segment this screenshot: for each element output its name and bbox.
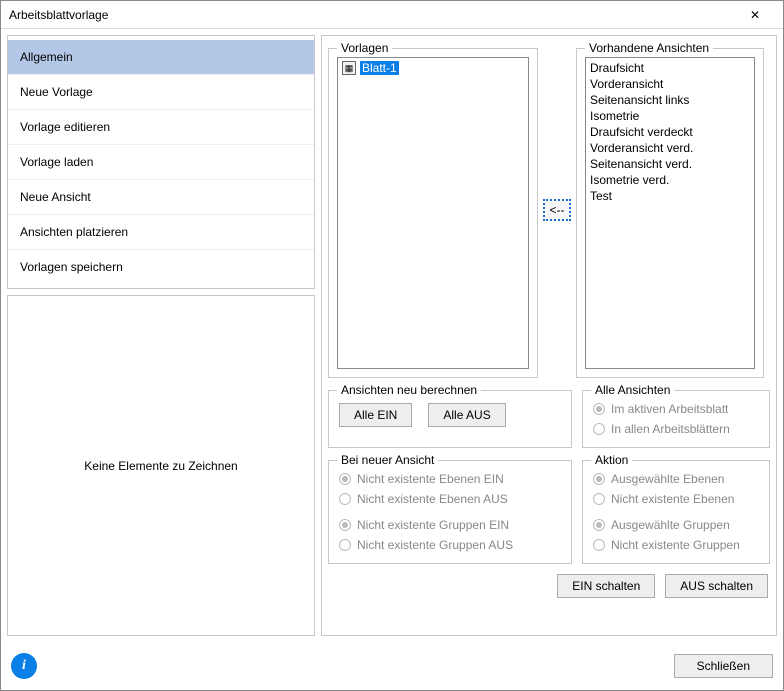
ansichten-item[interactable]: Isometrie (588, 108, 752, 124)
all-views-legend: Alle Ansichten (591, 383, 674, 397)
ansichten-item[interactable]: Seitenansicht links (588, 92, 752, 108)
all-off-button[interactable]: Alle AUS (428, 403, 505, 427)
nav-panel: Allgemein Neue Vorlage Vorlage editieren… (7, 35, 315, 289)
ansichten-item[interactable]: Vorderansicht (588, 76, 752, 92)
radio-nonexist-groups[interactable]: Nicht existente Gruppen (591, 535, 761, 555)
vorlagen-item-label: Blatt-1 (360, 61, 399, 75)
radio-label: Nicht existente Ebenen EIN (357, 472, 504, 486)
nav-item-neue-vorlage[interactable]: Neue Vorlage (8, 75, 314, 110)
nav-item-ansichten-platzieren[interactable]: Ansichten platzieren (8, 215, 314, 250)
radio-icon (593, 539, 605, 551)
newview-action-row: Bei neuer Ansicht Nicht existente Ebenen… (328, 454, 770, 564)
recalc-allviews-row: Ansichten neu berechnen Alle EIN Alle AU… (328, 384, 770, 448)
new-view-fieldset: Bei neuer Ansicht Nicht existente Ebenen… (328, 460, 572, 564)
action-fieldset: Aktion Ausgewählte Ebenen Nicht existent… (582, 460, 770, 564)
radio-label: Nicht existente Ebenen (611, 492, 734, 506)
radio-label: Nicht existente Gruppen AUS (357, 538, 513, 552)
radio-label: Ausgewählte Gruppen (611, 518, 730, 532)
close-icon: ✕ (750, 8, 760, 22)
radio-icon (339, 473, 351, 485)
draw-panel: Keine Elemente zu Zeichnen (7, 295, 315, 636)
left-column: Allgemein Neue Vorlage Vorlage editieren… (7, 35, 315, 636)
radio-icon (593, 519, 605, 531)
top-lists-row: Vorlagen ▦ Blatt-1 <-- Vorhandene Ansich… (328, 42, 770, 378)
radio-active-sheet[interactable]: Im aktiven Arbeitsblatt (591, 399, 761, 419)
nav-item-neue-ansicht[interactable]: Neue Ansicht (8, 180, 314, 215)
radio-selected-layers[interactable]: Ausgewählte Ebenen (591, 469, 761, 489)
radio-label: Nicht existente Ebenen AUS (357, 492, 508, 506)
nav-item-vorlage-editieren[interactable]: Vorlage editieren (8, 110, 314, 145)
footer: i Schließen (1, 642, 783, 690)
vorlagen-fieldset: Vorlagen ▦ Blatt-1 (328, 48, 538, 378)
nav-item-vorlagen-speichern[interactable]: Vorlagen speichern (8, 250, 314, 284)
ansichten-item[interactable]: Vorderansicht verd. (588, 140, 752, 156)
vorlagen-legend: Vorlagen (337, 41, 392, 55)
vorlagen-item[interactable]: ▦ Blatt-1 (340, 60, 526, 76)
ansichten-legend: Vorhandene Ansichten (585, 41, 713, 55)
close-button[interactable]: ✕ (735, 1, 775, 28)
radio-label: In allen Arbeitsblättern (611, 422, 730, 436)
radio-icon (339, 539, 351, 551)
radio-selected-groups[interactable]: Ausgewählte Gruppen (591, 515, 761, 535)
radio-label: Ausgewählte Ebenen (611, 472, 724, 486)
nav-item-vorlage-laden[interactable]: Vorlage laden (8, 145, 314, 180)
close-dialog-button[interactable]: Schließen (674, 654, 773, 678)
right-panel: Vorlagen ▦ Blatt-1 <-- Vorhandene Ansich… (321, 35, 777, 636)
recalc-fieldset: Ansichten neu berechnen Alle EIN Alle AU… (328, 390, 572, 448)
ansichten-item[interactable]: Draufsicht verdeckt (588, 124, 752, 140)
arrow-column: <-- (542, 42, 572, 378)
ansichten-item[interactable]: Test (588, 188, 752, 204)
radio-label: Im aktiven Arbeitsblatt (611, 402, 728, 416)
new-view-legend: Bei neuer Ansicht (337, 453, 438, 467)
radio-nonexist-layers[interactable]: Nicht existente Ebenen (591, 489, 761, 509)
radio-layers-off[interactable]: Nicht existente Ebenen AUS (337, 489, 563, 509)
move-left-button[interactable]: <-- (543, 199, 571, 221)
arrow-left-icon: <-- (550, 203, 565, 217)
radio-icon (339, 519, 351, 531)
radio-groups-on[interactable]: Nicht existente Gruppen EIN (337, 515, 563, 535)
radio-icon (339, 493, 351, 505)
vorlagen-listbox[interactable]: ▦ Blatt-1 (337, 57, 529, 369)
ansichten-listbox[interactable]: Draufsicht Vorderansicht Seitenansicht l… (585, 57, 755, 369)
ansichten-item[interactable]: Seitenansicht verd. (588, 156, 752, 172)
all-views-fieldset: Alle Ansichten Im aktiven Arbeitsblatt I… (582, 390, 770, 448)
sheet-icon: ▦ (342, 61, 356, 75)
radio-layers-on[interactable]: Nicht existente Ebenen EIN (337, 469, 563, 489)
recalc-legend: Ansichten neu berechnen (337, 383, 481, 397)
window-title: Arbeitsblattvorlage (9, 8, 735, 22)
switch-on-button[interactable]: EIN schalten (557, 574, 655, 598)
info-icon[interactable]: i (11, 653, 37, 679)
action-legend: Aktion (591, 453, 632, 467)
dialog-window: Arbeitsblattvorlage ✕ Allgemein Neue Vor… (0, 0, 784, 691)
radio-all-sheets[interactable]: In allen Arbeitsblättern (591, 419, 761, 439)
ansichten-fieldset: Vorhandene Ansichten Draufsicht Vorderan… (576, 48, 764, 378)
ansichten-item[interactable]: Draufsicht (588, 60, 752, 76)
radio-icon (593, 493, 605, 505)
titlebar: Arbeitsblattvorlage ✕ (1, 1, 783, 29)
dialog-body: Allgemein Neue Vorlage Vorlage editieren… (1, 29, 783, 642)
radio-label: Nicht existente Gruppen (611, 538, 740, 552)
nav-item-allgemein[interactable]: Allgemein (8, 40, 314, 75)
switch-off-button[interactable]: AUS schalten (665, 574, 768, 598)
ansichten-item[interactable]: Isometrie verd. (588, 172, 752, 188)
radio-icon (593, 473, 605, 485)
radio-icon (593, 423, 605, 435)
on-off-button-row: EIN schalten AUS schalten (328, 570, 770, 598)
radio-groups-off[interactable]: Nicht existente Gruppen AUS (337, 535, 563, 555)
radio-label: Nicht existente Gruppen EIN (357, 518, 509, 532)
all-on-button[interactable]: Alle EIN (339, 403, 412, 427)
radio-icon (593, 403, 605, 415)
draw-panel-empty-text: Keine Elemente zu Zeichnen (84, 459, 237, 473)
